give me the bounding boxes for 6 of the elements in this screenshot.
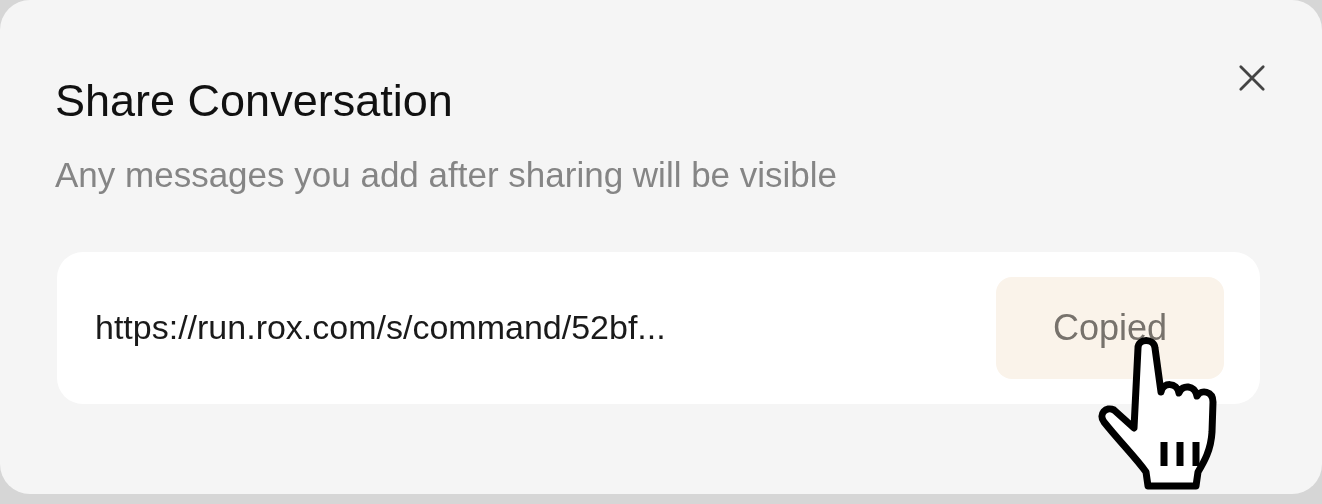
share-url: https://run.rox.com/s/command/52bf... [95,308,666,347]
copy-button[interactable]: Copied [996,276,1224,379]
share-link-field[interactable]: https://run.rox.com/s/command/52bf... Copied [57,251,1260,404]
dialog-description: Any messages you add after sharing will be visible [55,153,839,196]
dialog-title: Share Conversation [55,76,453,126]
close-icon[interactable] [1238,64,1266,92]
